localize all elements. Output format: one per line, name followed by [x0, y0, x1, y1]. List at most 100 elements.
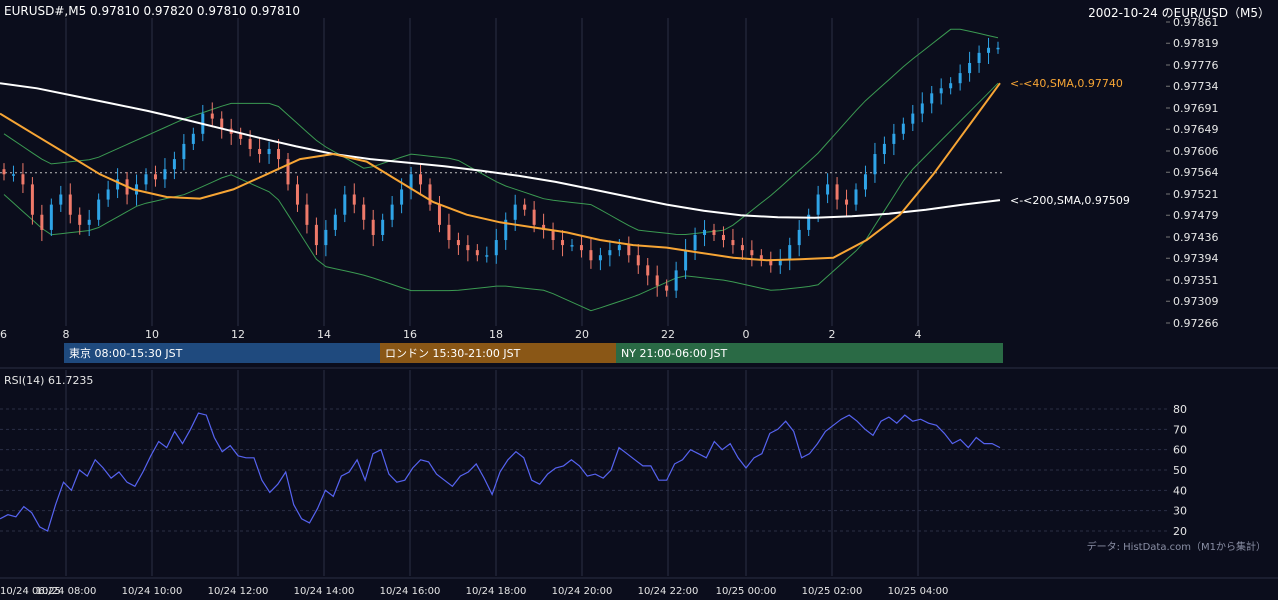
candle	[352, 183, 356, 214]
candle-body	[475, 250, 479, 256]
candle-body	[485, 255, 489, 257]
bollinger-upper-line	[3, 28, 999, 236]
candle	[210, 102, 214, 128]
candle	[437, 196, 441, 233]
candle	[381, 213, 385, 242]
candle-body	[627, 245, 631, 256]
candle-body	[987, 47, 991, 53]
data-source-label: データ: HistData.com（M1から集計）	[1087, 540, 1266, 553]
candle-body	[30, 184, 34, 215]
candle	[617, 239, 621, 257]
candle-body	[740, 245, 744, 251]
candle-body	[523, 204, 527, 210]
candle	[343, 185, 347, 223]
time-tick-label: 10/25 02:00	[802, 586, 863, 597]
candle-body	[892, 133, 896, 144]
candle-body	[343, 194, 347, 215]
candle-body	[949, 83, 953, 89]
rsi-tick-label: 80	[1173, 403, 1187, 416]
candle-body	[930, 93, 934, 104]
candle	[826, 173, 830, 204]
rsi-tick-label: 60	[1173, 444, 1187, 457]
candle	[286, 153, 290, 191]
rsi-tick-label: 40	[1173, 484, 1187, 497]
candle	[191, 127, 195, 150]
candle-body	[721, 234, 725, 241]
time-tick-label: 10/24 08:00	[36, 586, 97, 597]
candle-body	[277, 148, 281, 160]
chart-title: 2002-10-24 のEUR/USD（M5）	[1088, 6, 1270, 20]
price-tick-label: 0.97266	[1173, 317, 1219, 330]
candle	[49, 198, 53, 236]
candle	[740, 237, 744, 261]
candle-body	[352, 194, 356, 205]
hour-tick-label: 0	[743, 328, 750, 341]
candle-body	[646, 265, 650, 276]
candle	[447, 213, 451, 249]
candle-body	[11, 174, 15, 176]
hour-tick-label: 16	[403, 328, 417, 341]
candle-body	[381, 219, 385, 235]
candle	[703, 220, 707, 247]
candle	[125, 171, 129, 205]
candle-body	[286, 159, 290, 185]
candle	[295, 175, 299, 212]
candle-body	[182, 143, 186, 160]
hour-tick-label: 10	[145, 328, 159, 341]
candle	[59, 185, 63, 212]
candle	[608, 240, 612, 267]
candle-body	[863, 174, 867, 190]
candle-body	[788, 245, 792, 261]
time-tick-label: 10/24 18:00	[466, 586, 527, 597]
candle-body	[968, 62, 972, 74]
candle-body	[920, 103, 924, 114]
sma200-line	[0, 82, 1001, 219]
price-tick-label: 0.97351	[1173, 274, 1219, 287]
chart-root: 0.97861 0.97819 0.97776 0.97734 0.97691 0.976…	[0, 0, 1278, 600]
candle	[892, 123, 896, 156]
price-tick-label: 0.97436	[1173, 231, 1219, 244]
candle	[390, 196, 394, 228]
candle	[655, 265, 659, 297]
candle	[371, 209, 375, 247]
rsi-label: RSI(14) 61.7235	[4, 374, 93, 387]
price-tick-label: 0.97564	[1173, 166, 1219, 179]
candle-body	[78, 214, 82, 225]
time-tick-label: 10/24 16:00	[380, 586, 441, 597]
candle	[788, 237, 792, 271]
time-tick-label: 10/24 20:00	[552, 586, 613, 597]
hour-tick-label: 8	[63, 328, 70, 341]
candle	[996, 41, 1000, 54]
sma40-label: <-<40,SMA,0.97740	[1010, 77, 1123, 90]
candle	[759, 249, 763, 267]
candle-body	[977, 52, 981, 63]
candle-body	[163, 169, 167, 180]
candle-body	[248, 138, 252, 149]
candle-body	[636, 255, 640, 266]
candle	[882, 136, 886, 164]
candle	[163, 158, 167, 188]
candle-body	[466, 245, 470, 251]
candle-body	[826, 184, 830, 195]
price-tick-label: 0.97606	[1173, 145, 1219, 158]
candle	[485, 246, 489, 263]
candle	[570, 239, 574, 252]
candle	[674, 261, 678, 298]
candle	[314, 217, 318, 255]
candle	[750, 240, 754, 267]
candle	[598, 247, 602, 271]
candle-body	[712, 229, 716, 235]
sma200-label: <-<200,SMA,0.97509	[1010, 194, 1130, 207]
candle	[144, 168, 148, 191]
candle-body	[873, 154, 877, 175]
candle	[97, 193, 101, 226]
candle	[78, 207, 82, 235]
price-chart: 0.978610.978190.977760.977340.976910.976…	[0, 16, 1278, 597]
candle-body	[333, 214, 337, 230]
price-tick-label: 0.97394	[1173, 252, 1219, 265]
candle	[419, 164, 423, 196]
candle	[807, 208, 811, 236]
hour-tick-label: 2	[829, 328, 836, 341]
candle	[68, 183, 72, 224]
candle	[324, 220, 328, 257]
